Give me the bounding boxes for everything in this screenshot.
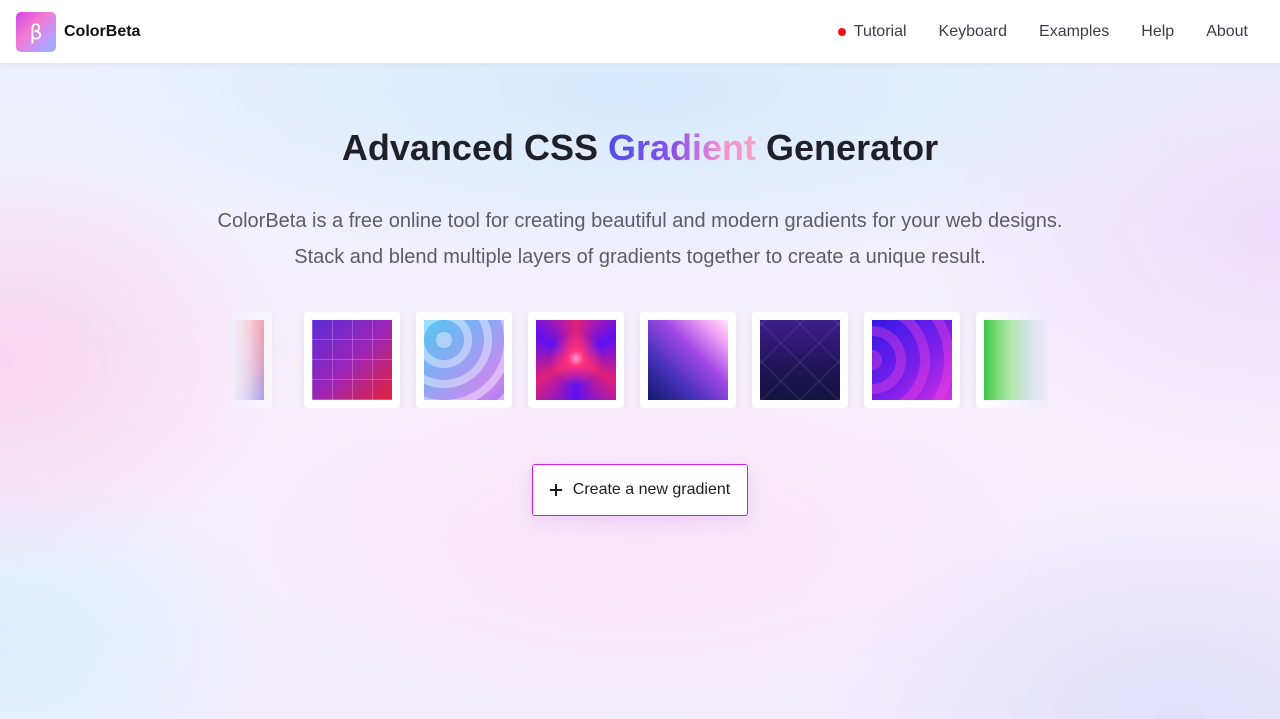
nav-about-link[interactable]: About — [1206, 23, 1248, 41]
nav-examples-link[interactable]: Examples — [1039, 23, 1109, 41]
create-gradient-button[interactable]: Create a new gradient — [532, 464, 748, 516]
description-line-1: ColorBeta is a free online tool for crea… — [217, 210, 1063, 232]
gradient-thumbnail[interactable] — [864, 312, 960, 408]
gradient-thumbnail[interactable] — [528, 312, 624, 408]
top-navbar: β ColorBeta Tutorial Keyboard Examples H… — [0, 0, 1280, 64]
description-line-2: Stack and blend multiple layers of gradi… — [294, 246, 986, 268]
gradient-thumbnail[interactable] — [640, 312, 736, 408]
create-gradient-label: Create a new gradient — [572, 481, 731, 498]
gradient-swatch — [536, 320, 616, 400]
title-accent-word: Gradient — [608, 127, 757, 168]
gradient-swatch — [312, 320, 392, 400]
gradient-swatch — [424, 320, 504, 400]
gradient-swatch — [232, 320, 264, 400]
gradient-thumbnail[interactable] — [752, 312, 848, 408]
nav-help-link[interactable]: Help — [1141, 23, 1174, 41]
colorbeta-logo-icon: β — [16, 12, 56, 52]
gradient-swatch — [648, 320, 728, 400]
title-part-1: Advanced CSS — [341, 127, 608, 168]
gradient-examples-carousel — [232, 312, 1048, 408]
gradient-swatch — [760, 320, 840, 400]
nav-keyboard-link[interactable]: Keyboard — [939, 23, 1008, 41]
plus-icon — [549, 484, 562, 496]
main-nav: Tutorial Keyboard Examples Help About — [837, 0, 1248, 64]
page-title: Advanced CSS Gradient Generator — [0, 126, 1280, 170]
page-description: ColorBeta is a free online tool for crea… — [0, 203, 1280, 275]
gradient-thumbnail[interactable] — [304, 312, 400, 408]
nav-tutorial-link[interactable]: Tutorial — [837, 23, 907, 41]
nav-tutorial-label: Tutorial — [853, 23, 907, 40]
brand-home-link[interactable]: β ColorBeta — [16, 12, 140, 52]
gradient-thumbnail[interactable] — [416, 312, 512, 408]
title-part-2: Generator — [756, 127, 939, 168]
brand-name: ColorBeta — [64, 23, 141, 40]
gradient-swatch — [984, 320, 1048, 400]
red-dot-icon — [837, 28, 846, 36]
gradient-thumbnail[interactable] — [232, 312, 272, 408]
gradient-thumbnail[interactable] — [976, 312, 1048, 408]
gradient-swatch — [872, 320, 952, 400]
